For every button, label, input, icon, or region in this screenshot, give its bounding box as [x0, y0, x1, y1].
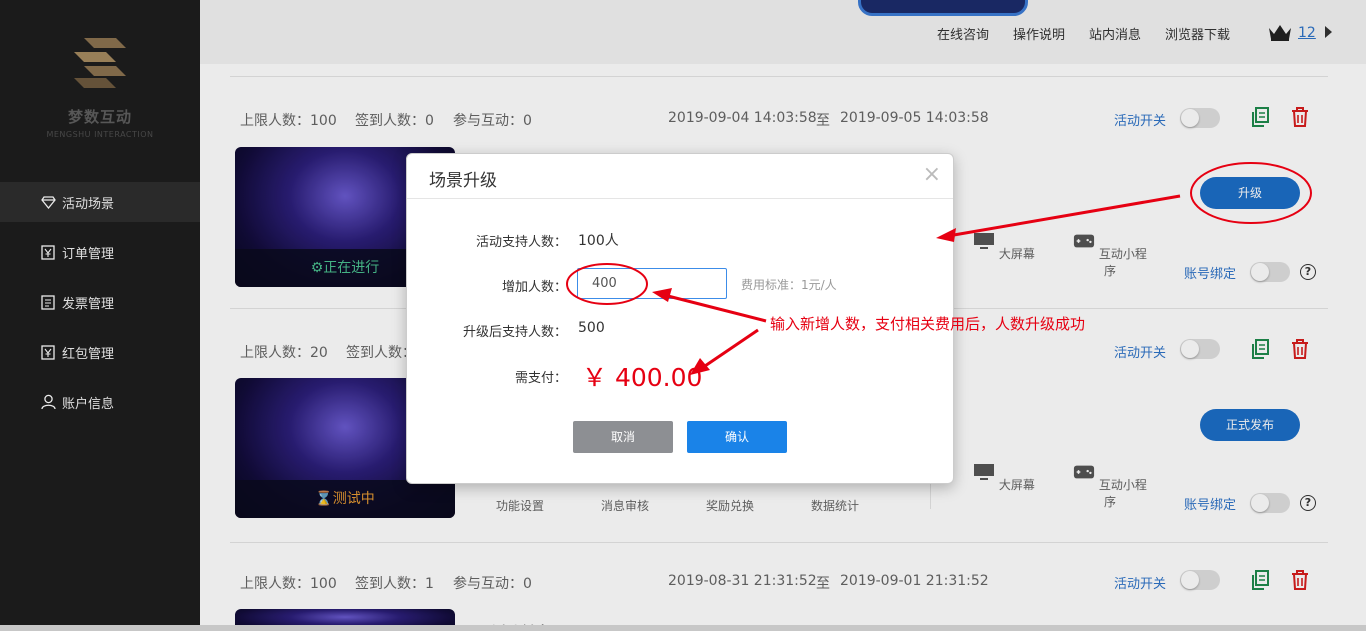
- after-count-value: 500: [578, 320, 605, 336]
- increase-count-label: 增加人数：: [501, 280, 567, 295]
- cancel-button[interactable]: 取消: [573, 421, 673, 453]
- close-icon[interactable]: ×: [923, 162, 941, 187]
- support-count-value: 100人: [578, 233, 619, 249]
- after-count-label: 升级后支持人数：: [462, 325, 567, 340]
- divider: [407, 198, 953, 199]
- fee-note: 费用标准：1元/人: [741, 278, 837, 292]
- support-count-label: 活动支持人数：: [475, 235, 567, 250]
- pay-amount: ￥ 400.00: [582, 363, 703, 392]
- pay-label: 需支付：: [514, 371, 567, 386]
- increase-count-input[interactable]: [577, 268, 727, 299]
- annotation-text: 输入新增人数，支付相关费用后，人数升级成功: [770, 315, 1086, 333]
- dialog-title: 场景升级: [429, 171, 497, 191]
- confirm-button[interactable]: 确认: [687, 421, 787, 453]
